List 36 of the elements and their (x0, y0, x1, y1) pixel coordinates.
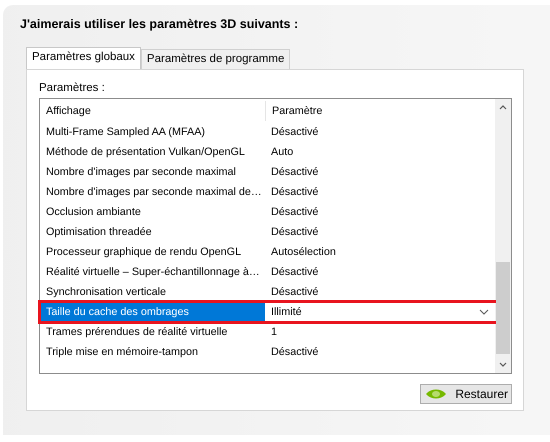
setting-value[interactable]: Désactivé (265, 162, 495, 182)
eye-logo-icon (425, 387, 448, 401)
setting-name[interactable]: Triple mise en mémoire-tampon (41, 342, 265, 362)
setting-value[interactable]: Désactivé (265, 262, 495, 282)
setting-name[interactable]: Nombre d'images par seconde maximal de… (41, 182, 265, 202)
chevron-down-icon (479, 309, 489, 315)
scrollbar[interactable] (495, 99, 511, 373)
column-header[interactable]: Affichage (41, 101, 265, 121)
scroll-thumb[interactable] (496, 262, 510, 354)
setting-value[interactable]: Désactivé (265, 342, 495, 362)
setting-name[interactable]: Occlusion ambiante (41, 202, 265, 222)
setting-value[interactable]: Auto (265, 142, 495, 162)
setting-name[interactable]: Méthode de présentation Vulkan/OpenGL (41, 142, 265, 162)
setting-value[interactable]: Désactivé (265, 182, 495, 202)
setting-name[interactable]: Nombre d'images par seconde maximal (41, 162, 265, 182)
setting-value[interactable]: Désactivé (265, 222, 495, 242)
scroll-up-icon[interactable] (499, 105, 507, 110)
tab[interactable]: Paramètres de programme (140, 49, 290, 69)
tab[interactable]: Paramètres globaux (26, 47, 141, 69)
setting-name[interactable]: Trames prérendues de réalité virtuelle (41, 322, 265, 342)
setting-name[interactable]: Réalité virtuelle – Super-échantillonnage à… (41, 262, 265, 282)
setting-name[interactable]: Synchronisation verticale (41, 282, 265, 302)
setting-name[interactable]: Processeur graphique de rendu OpenGL (41, 242, 265, 262)
list-label: Paramètres : (39, 82, 106, 96)
setting-value[interactable]: Désactivé (265, 122, 495, 142)
setting-value[interactable]: Désactivé (265, 282, 495, 302)
setting-name[interactable]: Multi-Frame Sampled AA (MFAA) (41, 122, 265, 142)
restore-button[interactable]: Restaurer (420, 384, 512, 404)
setting-value[interactable]: Désactivé (265, 202, 495, 222)
value-dropdown[interactable]: Illimité (265, 302, 495, 322)
setting-value[interactable]: 1 (265, 322, 495, 342)
section-heading: J'aimerais utiliser les paramètres 3D suivants : (20, 17, 300, 33)
setting-name[interactable]: Optimisation threadée (41, 222, 265, 242)
scroll-down-icon[interactable] (499, 362, 507, 367)
setting-name[interactable]: Taille du cache des ombrages (41, 302, 265, 322)
setting-value[interactable]: Autosélection (265, 242, 495, 262)
